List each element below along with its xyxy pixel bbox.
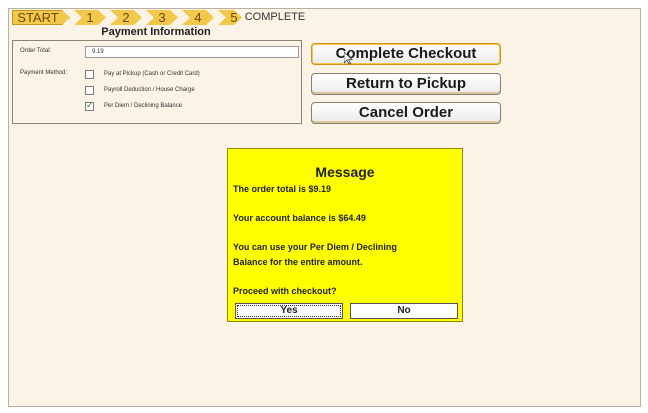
yes-button[interactable]: Yes: [235, 303, 343, 319]
order-total-label: Order Total:: [20, 48, 52, 54]
payroll-deduction-checkbox[interactable]: [85, 86, 94, 95]
message-line-perdiem: You can use your Per Diem / Declining: [233, 242, 397, 252]
order-total-field[interactable]: 9.19: [85, 46, 299, 58]
return-to-pickup-button[interactable]: Return to Pickup: [311, 73, 501, 95]
payment-panel: Order Total: 9.19 Payment Method: Pay at…: [12, 40, 302, 124]
pay-at-pickup-label: Pay at Pickup (Cash or Credit Card): [104, 71, 200, 77]
payment-title: Payment Information: [101, 26, 211, 38]
check-icon: ✓: [86, 100, 94, 110]
message-line-proceed: Proceed with checkout?: [233, 286, 337, 296]
message-line-perdiem-2: Balance for the entire amount.: [233, 257, 363, 267]
message-line-total: The order total is $9.19: [233, 184, 332, 194]
step-start: START: [12, 10, 70, 25]
complete-checkout-button[interactable]: Complete Checkout: [311, 43, 501, 65]
cancel-order-button[interactable]: Cancel Order: [311, 102, 501, 124]
step-complete: COMPLETE: [234, 10, 316, 25]
per-diem-checkbox[interactable]: ✓: [85, 100, 94, 111]
mouse-cursor-icon: [343, 51, 354, 68]
pay-at-pickup-checkbox[interactable]: [85, 70, 94, 79]
per-diem-label: Per Diem / Declining Balance: [104, 103, 183, 109]
payment-method-label: Payment Method:: [20, 70, 68, 76]
no-button[interactable]: No: [350, 303, 458, 319]
message-line-balance: Your account balance is $64.49: [233, 213, 366, 223]
message-dialog: Message The order total is $9.19 Your ac…: [227, 148, 463, 322]
payroll-deduction-label: Payroll Deduction / House Charge: [104, 87, 195, 93]
message-title: Message: [315, 164, 375, 180]
